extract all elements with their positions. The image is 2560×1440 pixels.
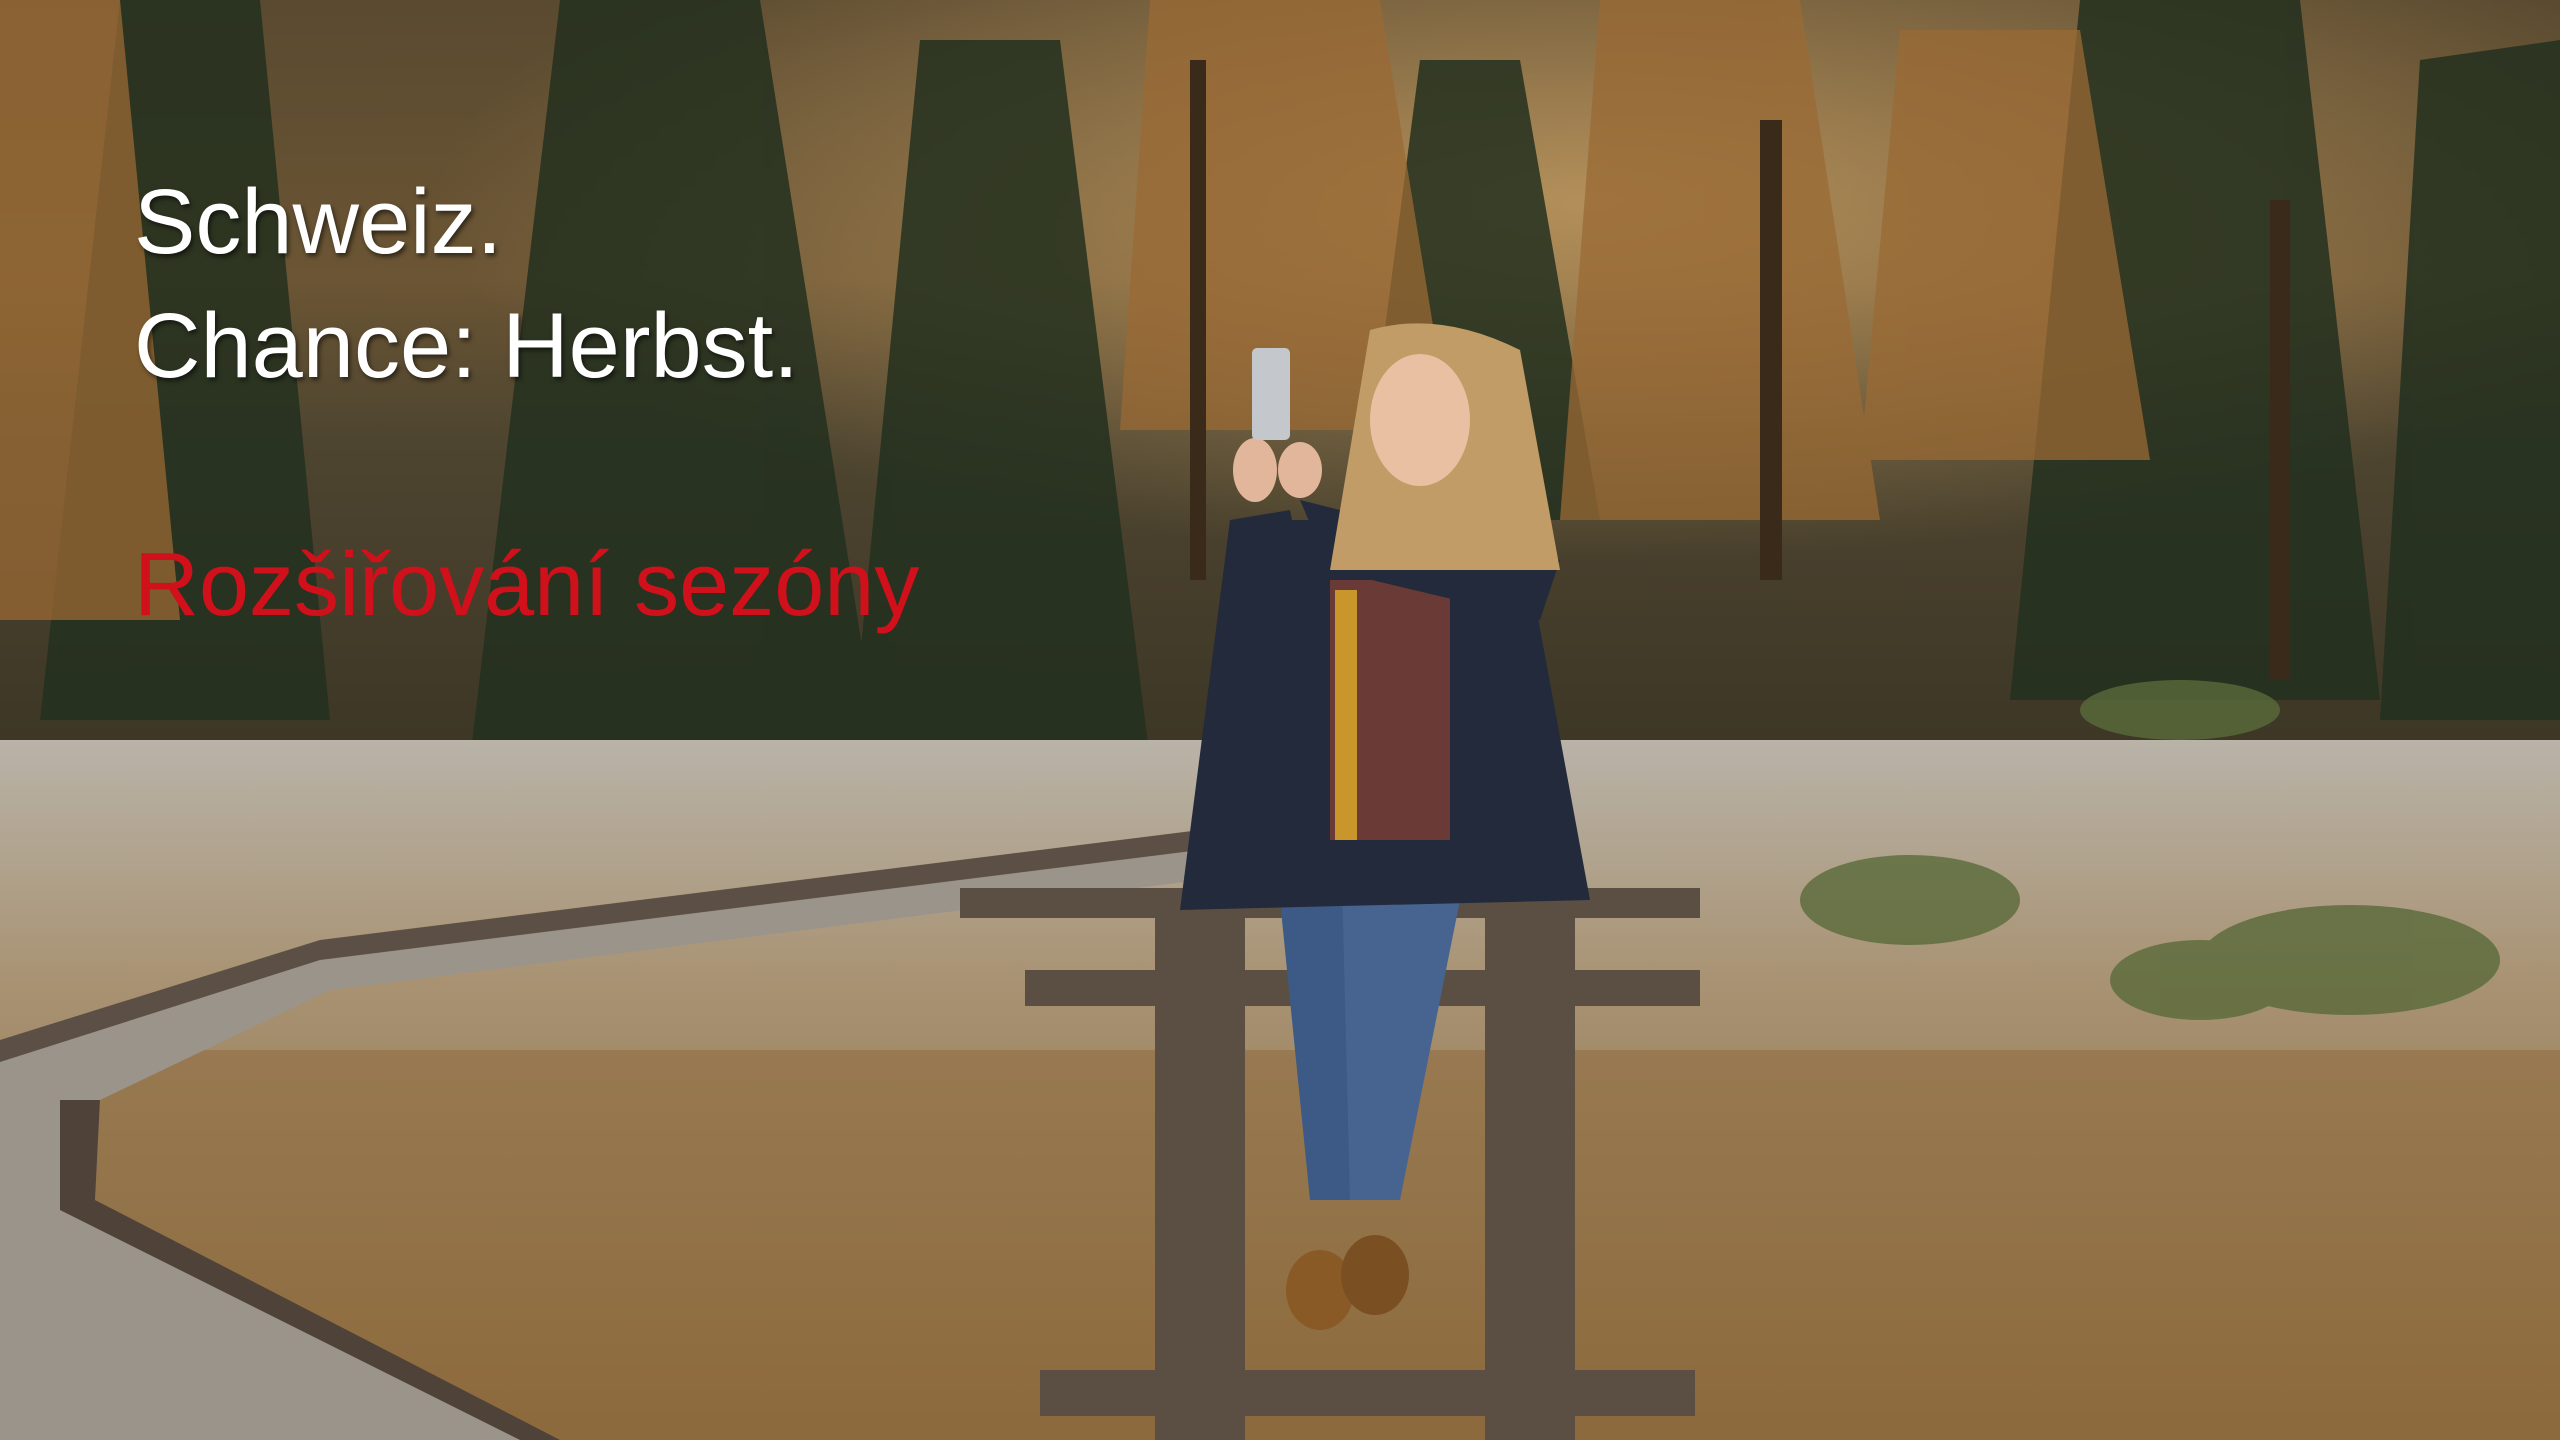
presentation-slide: Schweiz. Chance: Herbst. Rozšiřování sez…: [0, 0, 2560, 1440]
title-line-2: Chance: Herbst.: [134, 295, 799, 397]
slide-subtitle: Rozšiřování sezóny: [134, 535, 920, 635]
slide-title: Schweiz. Chance: Herbst.: [134, 160, 799, 408]
title-line-1: Schweiz.: [134, 171, 503, 273]
